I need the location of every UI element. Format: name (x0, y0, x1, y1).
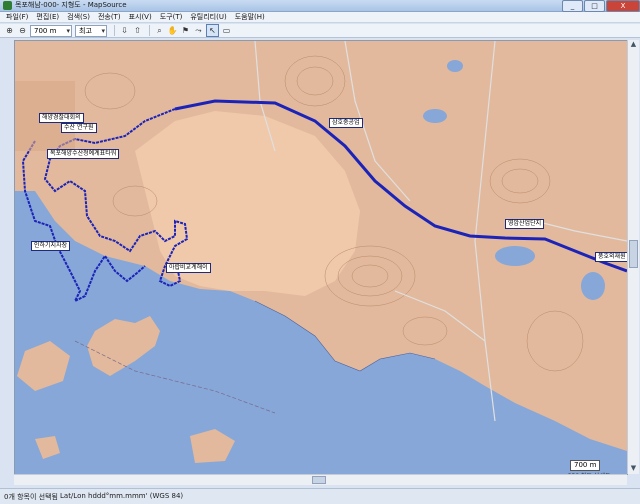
receive-icon[interactable]: ⇩ (119, 25, 130, 36)
find-icon[interactable]: ⌕ (154, 25, 165, 36)
status-bar: 0개 항목이 선택됨 Lat/Lon hddd°mm.mmm' (WGS 84) (0, 488, 640, 504)
menu-help[interactable]: 도움말(H) (235, 12, 265, 22)
map-label[interactable]: 풍호외재원 (595, 252, 627, 262)
scroll-thumb[interactable] (312, 476, 326, 484)
map-view[interactable]: 해양경찰대회의 수산 연구원 목포해양수산청예계표타워 삼호중공업 인하기지자장… (14, 40, 628, 475)
close-button[interactable]: X (606, 0, 640, 12)
zoom-in-icon[interactable]: ⊕ (4, 25, 15, 36)
maximize-button[interactable]: □ (584, 0, 605, 12)
map-canvas[interactable] (15, 41, 627, 474)
zoom-out-icon[interactable]: ⊖ (17, 25, 28, 36)
map-label[interactable]: 삼호중공업 (329, 118, 363, 128)
lake (447, 60, 463, 72)
menu-utilities[interactable]: 유틸리티(U) (190, 12, 226, 22)
vertical-scrollbar[interactable]: ▲ ▼ (627, 40, 639, 474)
waypoint-icon[interactable]: ⚑ (180, 25, 191, 36)
lake (581, 272, 605, 300)
map-label[interactable]: 목포해양수산청예계표타워 (47, 149, 120, 159)
window-title: 목포해남-000- 지형도 - MapSource (15, 1, 127, 9)
lake (495, 246, 535, 266)
map-label[interactable]: 해양경찰대회의 (39, 113, 84, 123)
toolbar-separator (114, 25, 115, 36)
scale-bar: 700 m (570, 460, 601, 471)
scroll-down-icon[interactable]: ▼ (628, 464, 639, 474)
title-bar: 목포해남-000- 지형도 - MapSource _ □ X (0, 0, 640, 12)
hand-icon[interactable]: ✋ (167, 25, 178, 36)
map-label[interactable]: 수산 연구원 (61, 123, 97, 133)
menu-search[interactable]: 검색(S) (67, 12, 90, 22)
detail-select[interactable]: 최고 (75, 24, 107, 37)
scale-select[interactable]: 700 m (30, 24, 72, 37)
route-icon[interactable]: ⤳ (193, 25, 204, 36)
coordinate-format: Lat/Lon hddd°mm.mmm' (WGS 84) (60, 492, 184, 500)
map-label[interactable]: 아랍비교계해이 (166, 263, 211, 273)
toolbar-separator (149, 25, 150, 36)
menu-view[interactable]: 표시(V) (129, 12, 152, 22)
app-icon (3, 1, 12, 10)
menu-edit[interactable]: 편집(E) (36, 12, 59, 22)
minimize-button[interactable]: _ (562, 0, 583, 12)
measure-icon[interactable]: ▭ (221, 25, 232, 36)
selection-status: 0개 항목이 선택됨 (4, 493, 58, 501)
scroll-up-icon[interactable]: ▲ (628, 40, 639, 50)
toolbar: ⊕ ⊖ 700 m 최고 ⇩ ⇧ ⌕ ✋ ⚑ ⤳ ↖ ▭ (0, 24, 640, 38)
select-icon[interactable]: ↖ (206, 24, 219, 37)
menu-bar: 파일(F) 편집(E) 검색(S) 전송(T) 표시(V) 도구(T) 유틸리티… (0, 12, 640, 23)
horizontal-scrollbar[interactable] (14, 474, 627, 485)
map-label[interactable]: 영암산업단지 (505, 219, 545, 229)
scroll-thumb[interactable] (629, 240, 638, 268)
menu-file[interactable]: 파일(F) (6, 12, 28, 22)
send-icon[interactable]: ⇧ (132, 25, 143, 36)
menu-tools[interactable]: 도구(T) (160, 12, 183, 22)
lake (423, 109, 447, 123)
menu-transfer[interactable]: 전송(T) (98, 12, 121, 22)
map-label[interactable]: 인하기지자장 (31, 241, 71, 251)
